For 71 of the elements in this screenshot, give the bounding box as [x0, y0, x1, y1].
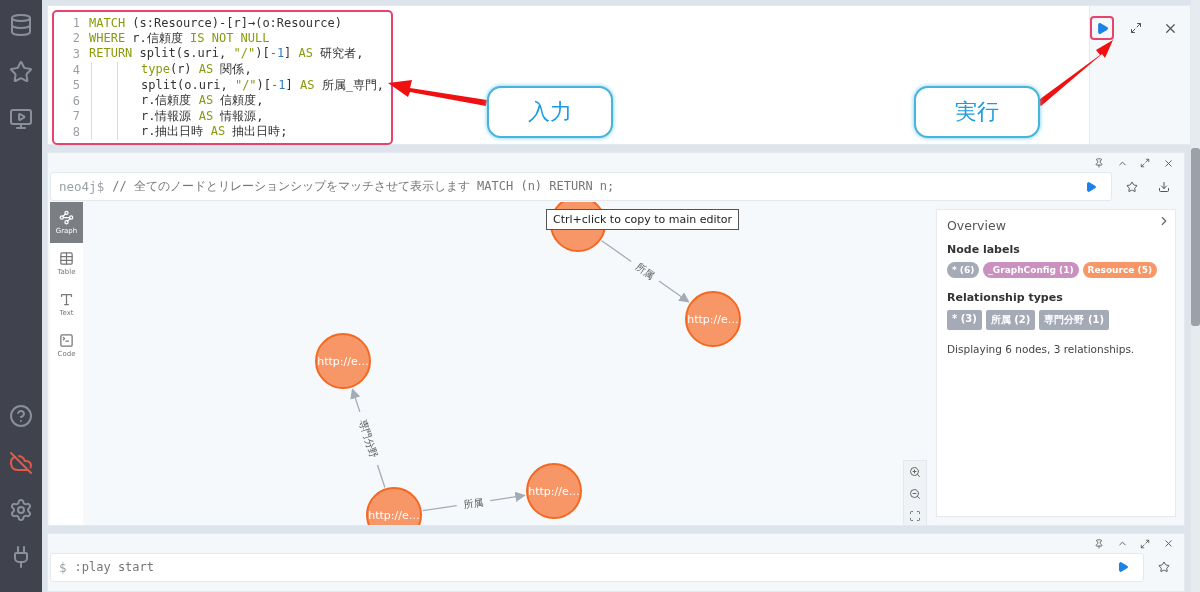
section-heading: Node labels [947, 243, 1021, 256]
line-number: 3 [71, 47, 81, 61]
code-editor[interactable] [52, 10, 393, 145]
zoom-out-icon [909, 488, 921, 500]
text-icon [59, 292, 74, 307]
graph-node[interactable]: http://e… [315, 333, 371, 389]
table-icon [59, 251, 74, 266]
play-icon [1117, 561, 1129, 574]
code-line: r.抽出日時 AS 抽出日時; [141, 123, 288, 141]
relationship-label: 専門分野 [357, 417, 381, 460]
expand-icon [1140, 158, 1150, 168]
star-icon [1158, 561, 1170, 574]
callout: 入力 [487, 86, 613, 138]
database-icon[interactable] [9, 13, 33, 37]
expand-icon [1140, 538, 1150, 549]
cloud-off-icon[interactable] [9, 451, 33, 475]
summary-text: Displaying 6 nodes, 3 relationships. [947, 343, 1136, 355]
code-line: type(r) AS 関係, [141, 61, 252, 79]
pin-icon [1094, 538, 1104, 549]
scrollbar[interactable] [1191, 0, 1200, 592]
line-number: 5 [71, 78, 81, 93]
line-number: 8 [71, 124, 81, 139]
help-icon[interactable] [9, 404, 33, 428]
query-bar[interactable]: neo4j$ // 全てのノードとリレーションシップをマッチさせて表示します MATCH (n) RETURN n; [50, 172, 1112, 201]
pin-icon [1094, 158, 1104, 168]
line-number: 1 [71, 15, 81, 30]
code-line: r.情報源 AS 情報源, [141, 107, 264, 125]
line-number: 7 [71, 109, 81, 124]
settings-icon[interactable] [9, 498, 33, 522]
graph-node[interactable]: http://e… [685, 291, 741, 347]
line-number: 6 [71, 93, 81, 108]
close-icon [1162, 157, 1174, 169]
download-icon [1158, 180, 1170, 193]
code-icon [59, 333, 74, 348]
line-number: 2 [71, 31, 81, 46]
query-text: :play start [74, 560, 155, 575]
code-line: WHERE r.信頼度 IS NOT NULL [89, 29, 270, 47]
line-number: 4 [71, 62, 81, 77]
overview-title: Overview [947, 218, 1007, 233]
fit-icon [909, 510, 921, 522]
graph-node[interactable]: http://e… [526, 463, 582, 519]
prompt: $ [59, 559, 67, 575]
tooltip: Ctrl+click to copy to main editor [546, 209, 740, 230]
relationship-type-tag[interactable]: 所属 (2) [985, 310, 1036, 330]
zoom-in-icon [909, 466, 921, 478]
relationship-label: 所属 [633, 260, 657, 282]
relationship-type-tag[interactable]: * (3) [947, 310, 982, 330]
node-label-pill[interactable]: Resource (5) [1082, 262, 1157, 278]
section-heading: Relationship types [947, 291, 1064, 304]
play-icon [1085, 180, 1097, 193]
query-text: // 全てのノードとリレーションシップをマッチさせて表示します MATCH (n) RETURN n; [112, 178, 616, 195]
close-icon [1162, 538, 1174, 550]
code-line: MATCH (s:Resource)-[r]→(o:Resource) [89, 15, 342, 30]
code-line: r.信頼度 AS 信頼度, [141, 92, 264, 110]
relationship-label: 所属 [462, 496, 485, 510]
code-line: split(o.uri, "/")[-1] AS 所属_専門, [141, 76, 385, 94]
graph-node[interactable]: http://e… [366, 487, 422, 525]
monitor-play-icon[interactable] [9, 107, 33, 131]
run-button[interactable] [1090, 16, 1114, 40]
node-label-pill[interactable]: _GraphConfig (1) [983, 262, 1079, 278]
star-icon[interactable] [9, 60, 33, 84]
play-icon [1095, 21, 1109, 35]
query-bar[interactable]: $ :play start [50, 552, 1144, 582]
prompt: neo4j$ [59, 179, 105, 194]
star-icon [1126, 180, 1138, 193]
graph-icon [59, 210, 74, 225]
node-label-pill[interactable]: * (6) [947, 262, 980, 278]
relationship-type-tag[interactable]: 専門分野 (1) [1039, 310, 1109, 330]
code-line: RETURN split(s.uri, "/")[-1] AS 研究者, [89, 45, 364, 63]
expand-icon [1130, 22, 1142, 34]
callout: 実行 [914, 86, 1040, 138]
